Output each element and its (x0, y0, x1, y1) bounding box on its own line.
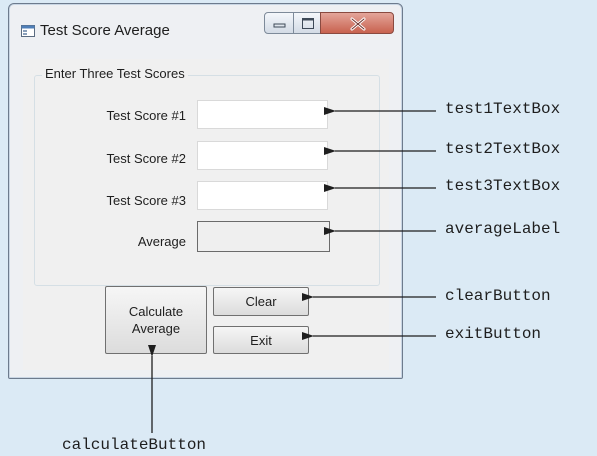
callout-clear: clearButton (445, 287, 551, 305)
callout-calculate: calculateButton (62, 436, 207, 454)
callout-test1: test1TextBox (445, 100, 561, 118)
callout-exit: exitButton (445, 325, 542, 343)
callout-test2: test2TextBox (445, 140, 561, 158)
callout-test3: test3TextBox (445, 177, 561, 195)
callout-average: averageLabel (445, 220, 561, 238)
